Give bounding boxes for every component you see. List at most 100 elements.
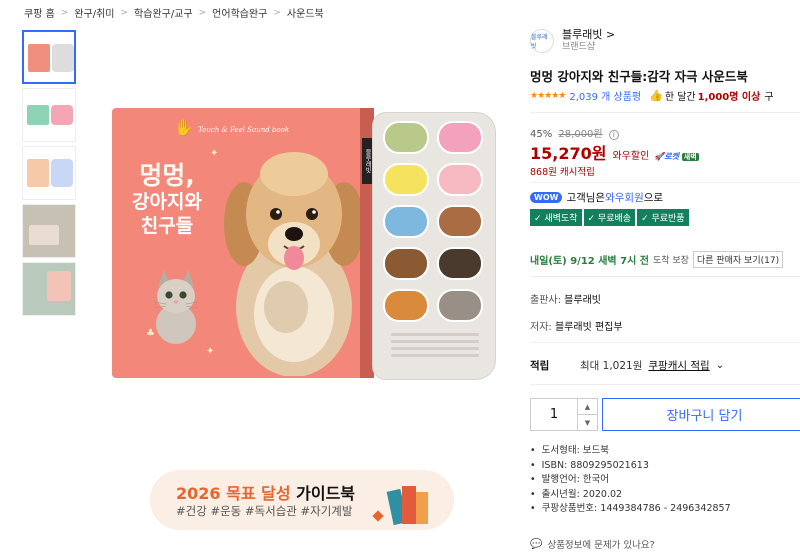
- review-count-link[interactable]: 2,039 개 상품평: [569, 88, 641, 103]
- breadcrumb-home[interactable]: 쿠팡 홈: [24, 5, 55, 20]
- thumbnail-4[interactable]: [22, 204, 76, 258]
- chevron-right-icon: >: [60, 7, 69, 18]
- spec-item: 출시년월: 2020.02: [530, 488, 731, 503]
- chevron-right-icon: >: [198, 7, 207, 18]
- breadcrumb-learning-toys[interactable]: 학습완구/교구: [134, 5, 193, 20]
- report-problem-link[interactable]: 💬 상품정보에 문제가 있나요?: [530, 537, 655, 552]
- breadcrumb-language-toys[interactable]: 언어학습완구: [212, 5, 267, 20]
- sound-button-elephant[interactable]: [437, 289, 483, 322]
- product-title: 멍멍 강아지와 친구들:감각 자극 사운드북: [530, 69, 748, 84]
- kitten-illustration: [153, 270, 199, 344]
- divider: [530, 182, 800, 183]
- speaker-grille: [391, 329, 479, 365]
- thumbs-up-icon: 👍: [649, 89, 663, 102]
- brand-logo: 블루래빗: [530, 28, 554, 53]
- sound-button-pig[interactable]: [437, 163, 483, 196]
- brand-row[interactable]: 블루래빗 블루래빗 > 브랜드샵: [530, 28, 615, 54]
- divider: [530, 276, 800, 277]
- quantity-input[interactable]: 1: [531, 399, 577, 430]
- rocket-icon: 🚀: [654, 152, 665, 161]
- cover-title-line-1: 멍멍,: [139, 161, 195, 190]
- add-to-cart-button[interactable]: 장바구니 담기: [602, 398, 800, 431]
- book-cover: ✋ Touch & Feel Sound book 멍멍, 강아지와 친구들 ✦…: [112, 108, 374, 378]
- rocket-fresh-label: 새벽: [681, 153, 699, 161]
- wow-member-row: WOW 고객님은 와우회원 으로: [530, 190, 663, 205]
- breadcrumb-toys[interactable]: 완구/취미: [74, 5, 114, 20]
- breadcrumb: 쿠팡 홈 > 완구/취미 > 학습완구/교구 > 언어학습완구 > 사운드북: [24, 5, 324, 21]
- discount-row: 45% 28,000원 i: [530, 125, 619, 140]
- guide-suffix: 가이드북: [296, 484, 356, 503]
- rocket-delivery-badge: 🚀로켓 새벽: [654, 151, 699, 162]
- chevron-down-icon[interactable]: ⌄: [716, 360, 724, 371]
- sound-button-tiger[interactable]: [383, 289, 429, 322]
- books-icon: [372, 486, 428, 526]
- sound-button-dog[interactable]: [437, 121, 483, 154]
- chevron-right-icon: >: [273, 7, 281, 18]
- quantity-down-icon[interactable]: ▼: [578, 415, 597, 430]
- price-row: 15,270원 와우할인 🚀로켓 새벽: [530, 140, 699, 164]
- publisher-row: 출판사: 블루래빗: [530, 291, 601, 306]
- star-rating-icon[interactable]: ★★★★★: [530, 91, 566, 101]
- sound-button-cat[interactable]: [383, 121, 429, 154]
- thumbnail-2[interactable]: [22, 88, 76, 142]
- spec-item: 도서형태: 보드북: [530, 444, 731, 459]
- author-value[interactable]: 블루래빗 편집부: [555, 322, 623, 333]
- author-row: 저자: 블루래빗 편집부: [530, 318, 623, 333]
- thumbnail-1[interactable]: [22, 30, 76, 84]
- product-main-image[interactable]: ✋ Touch & Feel Sound book 멍멍, 강아지와 친구들 ✦…: [112, 108, 497, 380]
- cover-title-line-3: 친구들: [140, 215, 194, 237]
- quantity-up-icon[interactable]: ▲: [578, 399, 597, 415]
- thumbnail-3[interactable]: [22, 146, 76, 200]
- divider: [530, 112, 800, 113]
- sale-price: 15,270원: [530, 144, 607, 163]
- spec-item: ISBN: 8809295021613: [530, 459, 731, 474]
- point-value: 최대 1,021원: [580, 360, 643, 372]
- sparkle-icon: ✦: [210, 148, 219, 159]
- buyer-count: 1,000명 이상: [697, 92, 761, 103]
- cash-reward: 868원 캐시적립: [530, 167, 595, 178]
- sound-button-rooster[interactable]: [383, 163, 429, 196]
- delivery-date: 내일(토) 9/12 새벽 7시 전: [530, 256, 649, 267]
- sound-button-horse[interactable]: [383, 247, 429, 280]
- brand-shop-label: 브랜드샵: [562, 42, 596, 53]
- wow-text: 고객님은: [566, 192, 606, 204]
- wow-member-link[interactable]: 와우회원: [605, 190, 644, 205]
- benefit-dawn-delivery: ✓ 새벽도착: [530, 209, 582, 226]
- benefit-free-shipping: ✓ 무료배송: [583, 209, 636, 226]
- divider: [530, 384, 800, 385]
- point-row: 적립 최대 1,021원 쿠팡캐시 적립 ⌄: [530, 358, 724, 373]
- sound-button-duck[interactable]: [383, 205, 429, 238]
- buyer-suffix: 구: [764, 92, 774, 103]
- thumbnail-5[interactable]: [22, 262, 76, 316]
- guide-highlight: 목표 달성: [226, 484, 291, 503]
- wow-badge: WOW: [530, 192, 563, 203]
- benefit-badges: ✓ 새벽도착 ✓ 무료배송 ✓ 무료반품: [530, 209, 691, 226]
- other-sellers-button[interactable]: 다른 판매자 보기(17): [692, 251, 784, 268]
- cover-title-line-2: 강아지와: [132, 191, 202, 214]
- thumbnail-list: [22, 30, 78, 320]
- divider: [530, 342, 800, 343]
- author-label: 저자:: [530, 322, 552, 333]
- brand-name[interactable]: 블루래빗 >: [562, 28, 615, 42]
- benefit-free-return: ✓ 무료반품: [637, 209, 689, 226]
- chevron-right-icon: >: [120, 7, 129, 18]
- sound-button-cow[interactable]: [437, 205, 483, 238]
- breadcrumb-sound-book[interactable]: 사운드북: [287, 5, 324, 20]
- sparkle-icon: ✦: [206, 346, 215, 357]
- guidebook-banner[interactable]: 2026 목표 달성 가이드북 #건강 #운동 #독서습관 #자기계발: [150, 470, 454, 530]
- original-price: 28,000원: [558, 129, 603, 140]
- buyer-prefix: 한 달간: [664, 92, 696, 103]
- rocket-label: 로켓: [664, 152, 679, 161]
- wow-suffix: 으로: [643, 192, 664, 204]
- spec-item: 발행언어: 한국어: [530, 473, 731, 488]
- quantity-stepper[interactable]: 1 ▲ ▼: [530, 398, 598, 431]
- publisher-value[interactable]: 블루래빗: [564, 295, 601, 306]
- publisher-label: 출판사:: [530, 295, 561, 306]
- coupang-cash-link[interactable]: 쿠팡캐시 적립: [648, 358, 709, 373]
- guide-year: 2026: [176, 484, 221, 503]
- info-icon[interactable]: i: [608, 130, 619, 140]
- sound-button-calf[interactable]: [437, 247, 483, 280]
- point-label: 적립: [530, 360, 550, 372]
- spec-list: 도서형태: 보드북 ISBN: 8809295021613 발행언어: 한국어 …: [530, 444, 731, 517]
- cover-title: 멍멍, 강아지와 친구들: [132, 160, 202, 239]
